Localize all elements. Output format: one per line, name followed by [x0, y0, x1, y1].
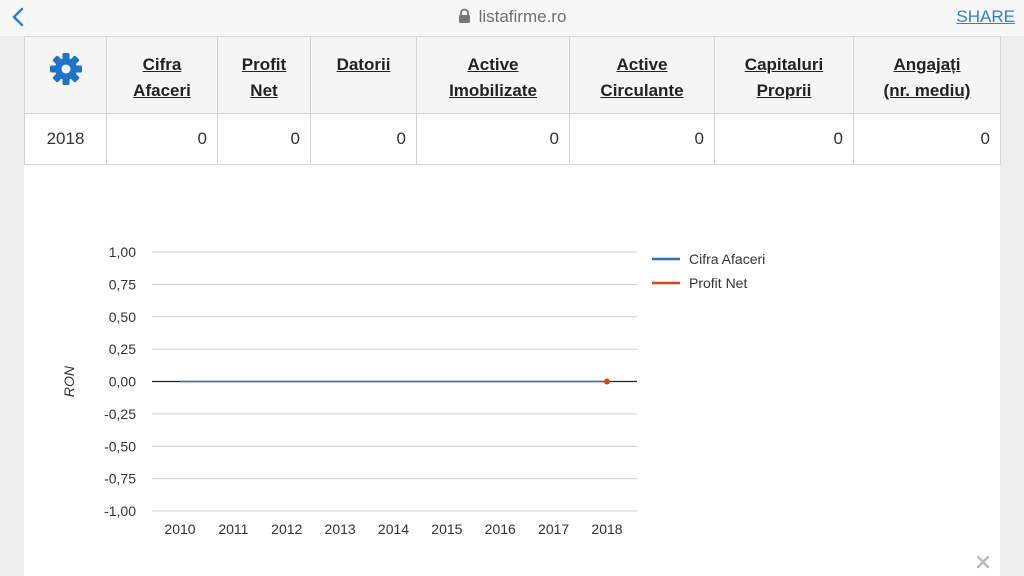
browser-top-bar: listafirme.ro SHARE: [0, 0, 1024, 36]
x-tick-label: 2010: [164, 521, 195, 537]
y-tick-label: -1,00: [104, 503, 136, 519]
address-bar[interactable]: listafirme.ro: [0, 7, 1024, 27]
y-tick-label: 1,00: [109, 244, 136, 260]
line-chart: 1,00 0,75 0,50 0,25 0,00 -0,25 -0,50 -0,75 -1,00…: [61, 244, 765, 537]
y-tick-label: -0,50: [104, 438, 136, 454]
x-tick-label: 2014: [378, 521, 409, 537]
x-tick-label: 2015: [431, 521, 462, 537]
x-tick-label: 2017: [538, 521, 569, 537]
close-icon[interactable]: [976, 555, 990, 569]
content-card: Cifra Afaceri Profit Net Datorii Active Imo…: [24, 36, 1001, 576]
x-tick-label: 2012: [271, 521, 302, 537]
lock-icon: [458, 8, 470, 23]
x-tick-label: 2013: [325, 521, 356, 537]
legend-label-1: Profit Net: [689, 275, 747, 291]
y-axis-label: RON: [61, 365, 77, 397]
y-tick-label: 0,25: [109, 341, 136, 357]
legend-label-0: Cifra Afaceri: [689, 251, 765, 267]
y-tick-label: -0,75: [104, 471, 136, 487]
share-button[interactable]: SHARE: [956, 7, 1015, 27]
x-tick-label: 2016: [485, 521, 516, 537]
x-tick-label: 2011: [218, 521, 248, 537]
x-tick-label: 2018: [591, 521, 622, 537]
y-tick-label: 0,00: [109, 374, 136, 390]
y-tick-label: -0,25: [104, 406, 136, 422]
url-text: listafirme.ro: [478, 7, 567, 26]
series-point-1: [604, 378, 610, 385]
y-tick-label: 0,75: [109, 276, 136, 292]
y-tick-label: 0,50: [109, 309, 136, 325]
